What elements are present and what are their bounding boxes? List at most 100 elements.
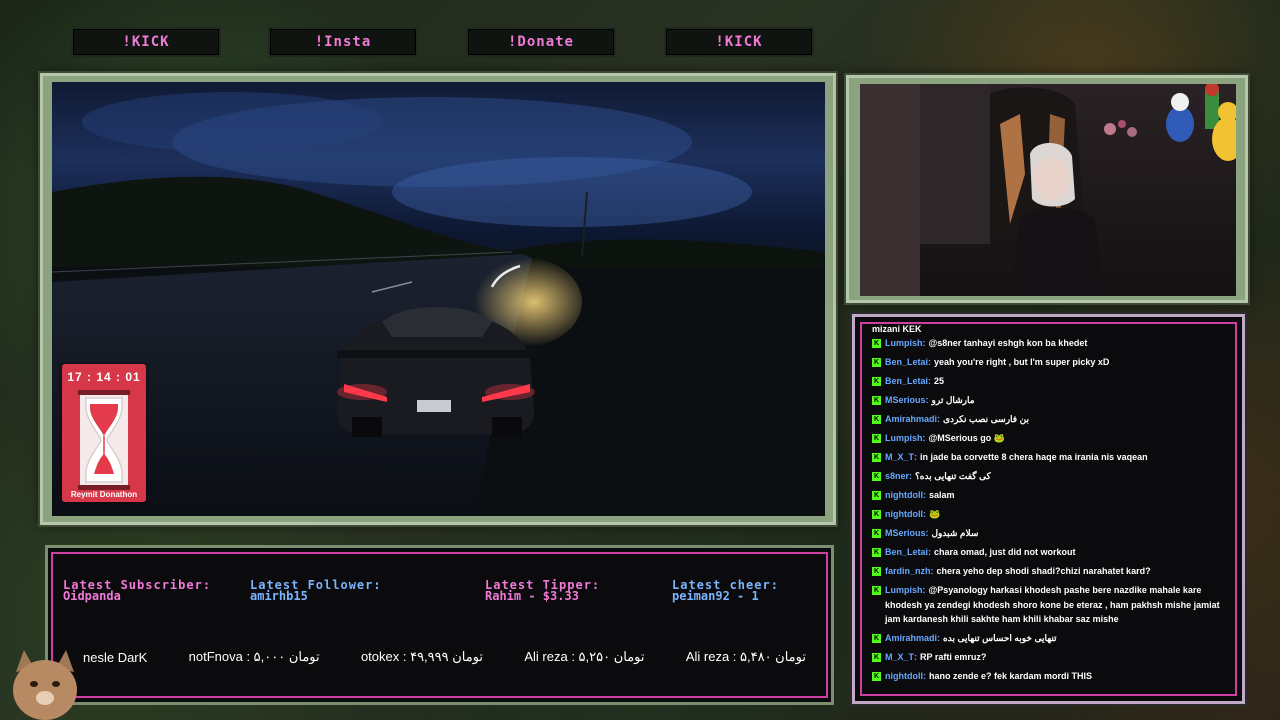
chat-username[interactable]: Amirahmadi	[885, 414, 937, 424]
chat-message: Knightdoll: hano zende e? fek kardam mord…	[872, 667, 1225, 686]
kick-badge-icon: K	[872, 633, 881, 643]
chat-username[interactable]: MSerious	[885, 528, 926, 538]
kick-badge-icon: K	[872, 491, 881, 500]
kick-command-button[interactable]: !KICK	[71, 27, 221, 57]
kick-command-button-2[interactable]: !KICK	[664, 27, 814, 57]
chat-message-body: fardin_nzh: chera yeho dep shodi shadi?ch…	[885, 562, 1151, 581]
kick-badge-icon: K	[872, 548, 881, 557]
chat-message-text: کی گفت تنهایی بده؟	[915, 471, 991, 481]
chat-message: Knightdoll: salam	[872, 486, 1225, 505]
chat-username-separator: :	[914, 651, 918, 662]
kick-badge-icon: K	[872, 453, 881, 462]
kick-badge-icon: K	[872, 415, 881, 424]
chat-username[interactable]: Lumpish	[885, 585, 923, 595]
kick-badge-icon: K	[872, 567, 881, 576]
chat-username[interactable]: nightdoll	[885, 490, 923, 500]
chat-message-body: MSerious: مارشال ترو	[885, 391, 975, 410]
latest-tipper-value: Rahim - $3.33	[485, 589, 579, 603]
chat-username-separator: :	[937, 414, 941, 424]
chat-message-text: مارشال ترو	[931, 395, 975, 405]
latest-cheer: Latest cheer: peiman92 - 1	[672, 579, 779, 603]
chat-message-text: yeah you're right , but I'm super picky …	[934, 357, 1110, 367]
chat-username[interactable]: s8ner	[885, 471, 909, 481]
chat-username[interactable]: nightdoll	[885, 509, 923, 519]
ticker-item: Ali reza : ۵,۴۸۰ تومان	[685, 649, 806, 664]
chat-message: K M_X_T: in jade ba corvette 8 chera haqe …	[872, 448, 1225, 467]
chat-message: K MSerious: مارشال ترو	[872, 391, 1225, 410]
chat-username[interactable]: Ben_Letai	[885, 376, 928, 386]
chat-message-text: سلام شبدول	[931, 528, 979, 538]
chat-message-body: Amirahmadi: تنهایی خوبه احساس تنهایی بده	[885, 629, 1057, 648]
latest-tipper: Latest Tipper: Rahim - $3.33	[485, 579, 600, 603]
ticker-item: Ali reza : ۵,۲۵۰ تومان	[524, 649, 645, 664]
kick-badge-icon: K	[872, 434, 881, 443]
cat-mascot-icon	[13, 650, 77, 720]
chat-feed: mizani KEK K Lumpish: @s8ner tanhayi eshgh…	[860, 322, 1237, 696]
chat-message-body: Lumpish: @Psyanology harkasi khodesh pash…	[885, 583, 1225, 627]
chat-message-text: تنهایی خوبه احساس تنهایی بده	[943, 632, 1057, 643]
chat-message-text: @Psyanology harkasi khodesh pashe bere n…	[885, 585, 1220, 624]
kick-badge-icon: K	[872, 396, 881, 405]
chat-message-text: chara omad, just did not workout	[934, 547, 1076, 557]
chat-message-body: Lumpish: @s8ner tanhayi eshgh kon ba khed…	[885, 334, 1087, 353]
chat-message-list: K Lumpish: @s8ner tanhayi eshgh kon ba khe…	[872, 334, 1225, 686]
insta-command-button[interactable]: !Insta	[268, 27, 418, 57]
chat-username-separator: :	[928, 376, 932, 386]
hourglass-icon	[78, 390, 130, 490]
chat-message: K Ben_Letai: 25	[872, 372, 1225, 391]
chat-username-separator: :	[922, 433, 926, 443]
chat-message-body: nightdoll: hano zende e? fek kardam mordi…	[885, 667, 1092, 686]
chat-message-body: M_X_T: in jade ba corvette 8 chera haqe m…	[885, 448, 1148, 467]
kick-badge-icon: K	[872, 586, 881, 595]
latest-cheer-value: peiman92 - 1	[672, 589, 759, 603]
latest-follower-value: amirhb15	[250, 589, 308, 603]
kick-badge-icon: K	[872, 510, 881, 519]
chat-message: Kfardin_nzh: chera yeho dep shodi shadi?c…	[872, 562, 1225, 581]
kick-badge-icon: K	[872, 652, 881, 662]
chat-username-separator: :	[923, 490, 926, 500]
chat-username[interactable]: M_X_T	[885, 652, 914, 662]
chat-username[interactable]: Lumpish	[885, 433, 923, 443]
chat-message-text: chera yeho dep shodi shadi?chizi narahat…	[936, 566, 1151, 576]
chat-username-separator: :	[922, 585, 926, 595]
chat-message-text: @MSerious go 🐸	[928, 433, 1006, 443]
chat-message: K MSerious: سلام شبدول	[872, 524, 1225, 543]
kick-badge-icon: K	[872, 529, 881, 538]
latest-subscriber: Latest Subscriber: Oidpanda	[63, 579, 211, 602]
donate-command-button[interactable]: !Donate	[466, 27, 616, 57]
ticker-item: notFnova : ۵,۰۰۰ تومان	[188, 649, 320, 664]
chat-message-text: @s8ner tanhayi eshgh kon ba khedet	[928, 338, 1088, 348]
chat-username[interactable]: fardin_nzh	[885, 566, 931, 576]
webcam-feed	[860, 84, 1236, 296]
chat-username[interactable]: nightdoll	[885, 671, 923, 681]
chat-message: K Ben_Letai: chara omad, just did not work…	[872, 543, 1225, 562]
chat-panel[interactable]: mizani KEK K Lumpish: @s8ner tanhayi eshgh…	[852, 314, 1245, 704]
chat-message-text: hano zende e? fek kardam mordi THIS	[929, 670, 1093, 681]
chat-message-body: Ben_Letai: yeah you're right , but I'm su…	[885, 353, 1109, 372]
webcam-scene	[860, 84, 1236, 296]
chat-message: Knightdoll: 🐸	[872, 505, 1225, 524]
kick-badge-icon: K	[872, 339, 881, 348]
chat-message-body: Lumpish: @MSerious go 🐸	[885, 429, 1005, 448]
chat-username[interactable]: Amirahmadi	[885, 633, 937, 643]
stream-info-panel: Latest Subscriber: Oidpanda Latest Follo…	[45, 545, 834, 705]
chat-message-text: mizani KEK	[872, 325, 922, 334]
chat-message-text: 25	[934, 376, 945, 386]
chat-message: K M_X_T: RP rafti emruz?	[872, 648, 1225, 667]
chat-username-separator: :	[925, 395, 929, 405]
chat-username[interactable]: M_X_T	[885, 452, 914, 462]
chat-username[interactable]: Ben_Letai	[885, 357, 928, 367]
night-road-scene	[52, 92, 825, 516]
chat-username-separator: :	[914, 452, 918, 462]
chat-username[interactable]: Lumpish	[885, 338, 923, 348]
chat-message-text: RP rafti emruz?	[920, 651, 987, 662]
chat-username[interactable]: MSerious	[885, 395, 926, 405]
kick-badge-icon: K	[872, 358, 881, 367]
chat-line-partial: mizani KEK	[872, 325, 1225, 334]
timer-countdown: 17 : 14 : 01	[67, 370, 141, 384]
chat-username[interactable]: Ben_Letai	[885, 547, 928, 557]
game-capture	[52, 82, 825, 516]
donathon-timer-widget: 17 : 14 : 01 Reymit Donathon	[62, 364, 146, 502]
chat-message: K Lumpish: @MSerious go 🐸	[872, 429, 1225, 448]
chat-message-body: MSerious: سلام شبدول	[885, 524, 978, 543]
